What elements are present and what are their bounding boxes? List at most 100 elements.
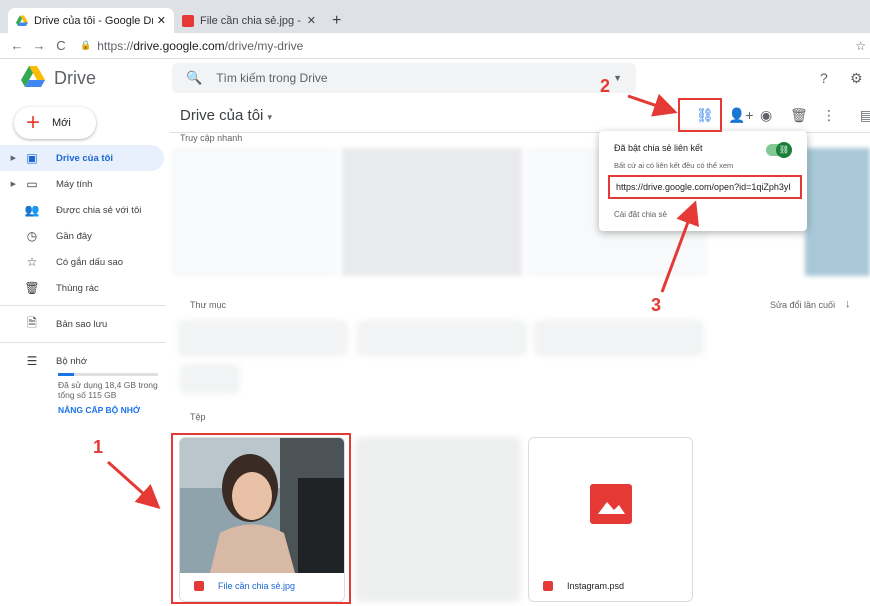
quick-access-label: Truy cập nhanh <box>180 133 243 143</box>
search-icon: 🔍 <box>186 70 203 85</box>
sidebar-item-label: Drive của tôi <box>56 152 114 164</box>
highlight-get-link <box>678 98 722 132</box>
forward-icon[interactable]: → <box>28 38 50 53</box>
quick-access-card[interactable] <box>805 148 870 276</box>
link-sharing-toggle[interactable]: ⛓ <box>766 142 792 158</box>
sidebar-item-storage[interactable]: ☰ Bộ nhớ <box>0 348 164 374</box>
search-options-icon[interactable]: ▼ <box>613 73 622 83</box>
tab-title: File cần chia sẻ.jpg - Google Dri… <box>200 14 303 27</box>
sharing-settings-link[interactable]: Cài đặt chia sẻ <box>614 210 667 219</box>
sidebar-item-my-drive[interactable]: ▶ ▣ Drive của tôi <box>0 145 164 171</box>
tab-image-file[interactable]: File cần chia sẻ.jpg - Google Dri… ✕ <box>174 8 324 33</box>
shared-icon: 👥 <box>24 203 40 217</box>
files-label: Tệp <box>190 412 206 422</box>
trash-icon[interactable]: 🗑 <box>790 107 808 124</box>
link-sharing-title: Đã bật chia sẻ liên kết <box>614 143 703 153</box>
sidebar-divider <box>0 342 166 343</box>
preview-eye-icon[interactable]: ◉ <box>760 107 772 124</box>
browser-tab-bar: Drive của tôi - Google Drive ✕ File cần … <box>0 0 870 33</box>
sidebar-item-label: Được chia sẻ với tôi <box>56 204 142 216</box>
folder-item[interactable] <box>357 320 527 356</box>
backup-icon: 🗎 <box>27 315 37 330</box>
lock-icon: 🔒 <box>80 40 92 50</box>
file-name-row: Instagram.psd <box>529 571 692 601</box>
storage-used-text: Đã sử dụng 18,4 GB trong tổng số 115 GB <box>58 380 158 400</box>
image-file-icon <box>182 14 194 27</box>
tab-title: Drive của tôi - Google Drive <box>34 14 153 27</box>
file-card-blurred[interactable] <box>355 437 521 602</box>
settings-gear-icon[interactable]: ⚙ <box>850 70 863 87</box>
trash-icon: 🗑 <box>24 281 40 295</box>
sidebar-item-backups[interactable]: 🗎 Bản sao lưu <box>0 311 164 337</box>
sidebar-item-label: Gần đây <box>56 230 92 242</box>
new-button[interactable]: + Mới <box>14 107 96 139</box>
help-icon[interactable]: ? <box>820 70 828 86</box>
breadcrumb-my-drive[interactable]: Drive của tôi ▾ <box>180 107 272 124</box>
clock-icon: ◷ <box>26 229 38 243</box>
toolbar: Drive của tôi ▾ ⛓ 👤+ ◉ 🗑 ⋮ ▤ <box>170 99 870 133</box>
file-card-instagram[interactable]: Instagram.psd <box>528 437 693 602</box>
sidebar-item-recent[interactable]: ◷ Gần đây <box>0 223 164 249</box>
reload-icon[interactable]: C <box>50 38 72 53</box>
search-input[interactable]: 🔍 Tìm kiếm trong Drive ▼ <box>172 63 636 93</box>
annotation-number-1: 1 <box>93 437 104 457</box>
sidebar-item-label: Bộ nhớ <box>56 355 88 367</box>
highlight-file <box>171 433 351 604</box>
star-icon: ☆ <box>26 255 38 269</box>
close-tab-icon[interactable]: ✕ <box>157 14 166 27</box>
sidebar-item-label: Máy tính <box>56 178 93 190</box>
breadcrumb-label: Drive của tôi <box>180 107 264 124</box>
share-link-field[interactable]: https://drive.google.com/open?id=1qiZph3… <box>608 175 802 199</box>
address-bar: ← → C 🔒 https://drive.google.com/drive/m… <box>0 33 870 59</box>
quick-access-card[interactable] <box>342 148 522 276</box>
link-sharing-subtitle: Bất cứ ai có liên kết đều có thể xem <box>614 161 734 170</box>
computer-icon: ▭ <box>26 177 38 191</box>
quick-access-card[interactable] <box>172 148 337 276</box>
image-file-icon <box>543 581 553 591</box>
sort-arrow-icon[interactable]: ↓ <box>845 298 851 310</box>
sidebar-item-starred[interactable]: ☆ Có gắn dấu sao <box>0 249 164 275</box>
storage-progress-fill <box>58 373 74 376</box>
link-icon: ⛓ <box>776 142 792 158</box>
expand-caret-icon[interactable]: ▶ <box>0 154 16 162</box>
bookmark-star-icon[interactable]: ☆ <box>855 39 866 53</box>
close-tab-icon[interactable]: ✕ <box>307 14 316 27</box>
my-drive-icon: ▣ <box>26 151 38 165</box>
expand-caret-icon[interactable]: ▶ <box>0 180 16 188</box>
storage-progress-bar <box>58 373 158 376</box>
new-tab-icon[interactable]: + <box>332 12 341 30</box>
url-prefix: https:// <box>97 38 134 53</box>
folder-item[interactable] <box>178 320 348 356</box>
sort-label[interactable]: Sửa đổi lần cuối <box>770 300 835 310</box>
sidebar-item-computers[interactable]: ▶ ▭ Máy tính <box>0 171 164 197</box>
folder-item[interactable] <box>534 320 704 356</box>
annotation-number-2: 2 <box>600 76 611 96</box>
brand-name: Drive <box>54 68 97 88</box>
arrow-1 <box>106 460 161 510</box>
google-drive-icon <box>16 15 28 26</box>
storage-icon: ☰ <box>26 354 38 368</box>
grid-view-icon[interactable]: ▤ <box>860 107 870 124</box>
share-add-person-icon[interactable]: 👤+ <box>728 107 754 124</box>
sidebar-item-shared[interactable]: 👥 Được chia sẻ với tôi <box>0 197 164 223</box>
back-icon[interactable]: ← <box>6 38 28 53</box>
psd-file-icon <box>590 484 632 524</box>
url-host: drive.google.com <box>133 38 225 53</box>
url-path: /drive/my-drive <box>224 38 304 53</box>
sidebar-item-trash[interactable]: 🗑 Thùng rác <box>0 275 164 301</box>
url-field[interactable]: 🔒 https://drive.google.com/drive/my-driv… <box>80 39 303 53</box>
sidebar-item-label: Có gắn dấu sao <box>56 256 124 268</box>
upgrade-storage-link[interactable]: NÂNG CẤP BỘ NHỚ <box>58 405 140 415</box>
annotation-number-3: 3 <box>651 295 662 315</box>
sidebar-divider <box>0 305 166 306</box>
sidebar-item-label: Thùng rác <box>56 282 99 294</box>
drive-logo-icon <box>21 66 45 87</box>
folders-label: Thư mục <box>190 300 227 310</box>
search-placeholder: Tìm kiếm trong Drive <box>216 71 328 85</box>
drive-header: Drive 🔍 Tìm kiếm trong Drive ▼ ? ⚙ <box>0 59 870 99</box>
more-options-icon[interactable]: ⋮ <box>822 107 836 124</box>
tab-drive[interactable]: Drive của tôi - Google Drive ✕ <box>8 8 174 33</box>
new-label: Mới <box>52 117 71 129</box>
file-name: Instagram.psd <box>567 581 625 591</box>
folder-item[interactable] <box>180 364 240 394</box>
